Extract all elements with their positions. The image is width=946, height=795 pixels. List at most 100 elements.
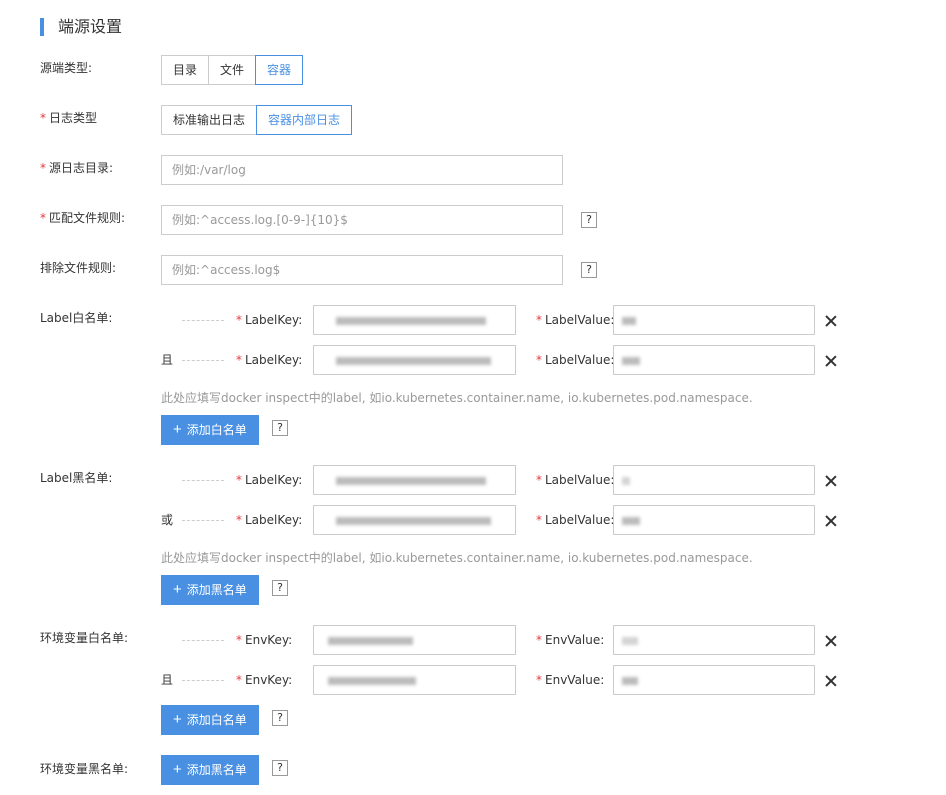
env-value-label: * EnvValue: [536, 672, 604, 688]
log-type-stdout[interactable]: 标准输出日志 [161, 105, 258, 135]
env-whitelist-key-input-1[interactable] [313, 625, 516, 655]
log-type-container-internal[interactable]: 容器内部日志 [256, 105, 353, 135]
label-blacklist-key-input-2[interactable] [313, 505, 516, 535]
row-connector-and: 且 [161, 673, 174, 687]
label-whitelist-hint: 此处应填写docker inspect中的label, 如io.kubernet… [161, 391, 753, 405]
source-dir-label-text: 源日志目录: [49, 161, 114, 175]
redacted-value [622, 477, 630, 485]
label-value-text: LabelValue: [545, 473, 615, 487]
env-value-label: * EnvValue: [536, 632, 604, 648]
label-blacklist-value-input-2[interactable] [613, 505, 815, 535]
log-type-label: * 日志类型 [40, 110, 97, 126]
required-mark: * [536, 633, 542, 647]
redacted-value [336, 477, 486, 485]
add-env-whitelist-button[interactable]: + 添加白名单 [161, 705, 259, 735]
label-value-label: * LabelValue: [536, 352, 614, 368]
log-type-label-text: 日志类型 [49, 111, 98, 125]
label-value-label: * LabelValue: [536, 472, 614, 488]
remove-row-close-icon[interactable] [824, 634, 838, 648]
exclude-rule-label: 排除文件规则: [40, 261, 117, 275]
source-dir-label: * 源日志目录: [40, 160, 113, 176]
required-mark: * [536, 673, 542, 687]
label-key-text: LabelKey: [245, 513, 303, 527]
match-rule-input[interactable] [161, 205, 563, 235]
env-value-text: EnvValue: [545, 673, 605, 687]
label-value-text: LabelValue: [545, 353, 615, 367]
env-whitelist-label: 环境变量白名单: [40, 631, 129, 645]
add-env-blacklist-button[interactable]: + 添加黑名单 [161, 755, 259, 785]
required-mark: * [236, 633, 242, 647]
plus-icon: + [173, 711, 182, 728]
redacted-value [336, 317, 486, 325]
label-blacklist-label: Label黑名单: [40, 471, 113, 485]
label-key-label: * LabelKey: [236, 312, 302, 328]
row-connector-line [182, 640, 224, 641]
label-whitelist-value-input-2[interactable] [613, 345, 815, 375]
remove-row-close-icon[interactable] [824, 514, 838, 528]
row-connector-line [182, 480, 224, 481]
label-key-label: * LabelKey: [236, 472, 302, 488]
exclude-rule-help-icon[interactable]: ? [581, 262, 597, 278]
remove-row-close-icon[interactable] [824, 354, 838, 368]
section-title: 端源设置 [58, 17, 123, 36]
label-whitelist-value-input-1[interactable] [613, 305, 815, 335]
required-mark: * [536, 313, 542, 327]
label-key-text: LabelKey: [245, 353, 303, 367]
section-accent-bar [40, 18, 44, 36]
add-button-label: 添加白名单 [186, 713, 247, 727]
redacted-value [622, 357, 640, 365]
redacted-value [622, 317, 636, 325]
label-key-text: LabelKey: [245, 473, 303, 487]
label-whitelist-label: Label白名单: [40, 311, 113, 325]
row-connector-line [182, 680, 224, 681]
env-whitelist-help-icon[interactable]: ? [272, 710, 288, 726]
required-mark: * [236, 313, 242, 327]
env-whitelist-value-input-2[interactable] [613, 665, 815, 695]
exclude-rule-input[interactable] [161, 255, 563, 285]
plus-icon: + [173, 761, 182, 778]
plus-icon: + [173, 581, 182, 598]
label-whitelist-key-input-2[interactable] [313, 345, 516, 375]
label-value-label: * LabelValue: [536, 512, 614, 528]
source-type-label: 源端类型: [40, 61, 93, 75]
row-connector-line [182, 320, 224, 321]
required-mark: * [236, 513, 242, 527]
label-blacklist-value-input-1[interactable] [613, 465, 815, 495]
env-blacklist-help-icon[interactable]: ? [272, 760, 288, 776]
label-whitelist-key-input-1[interactable] [313, 305, 516, 335]
remove-row-close-icon[interactable] [824, 474, 838, 488]
remove-row-close-icon[interactable] [824, 314, 838, 328]
required-mark: * [40, 161, 46, 175]
label-blacklist-hint: 此处应填写docker inspect中的label, 如io.kubernet… [161, 551, 753, 565]
row-connector-line [182, 520, 224, 521]
label-key-label: * LabelKey: [236, 512, 302, 528]
source-type-container[interactable]: 容器 [255, 55, 304, 85]
required-mark: * [40, 111, 46, 125]
source-type-file[interactable]: 文件 [208, 55, 257, 85]
match-rule-label-text: 匹配文件规则: [49, 211, 126, 225]
source-type-selector: 目录 文件 容器 [161, 55, 304, 85]
required-mark: * [536, 353, 542, 367]
add-label-blacklist-button[interactable]: + 添加黑名单 [161, 575, 259, 605]
add-label-whitelist-button[interactable]: + 添加白名单 [161, 415, 259, 445]
redacted-value [336, 517, 491, 525]
match-rule-help-icon[interactable]: ? [581, 212, 597, 228]
redacted-value [328, 677, 416, 685]
match-rule-label: * 匹配文件规则: [40, 210, 125, 226]
source-type-directory[interactable]: 目录 [161, 55, 210, 85]
required-mark: * [536, 513, 542, 527]
env-whitelist-value-input-1[interactable] [613, 625, 815, 655]
remove-row-close-icon[interactable] [824, 674, 838, 688]
label-whitelist-help-icon[interactable]: ? [272, 420, 288, 436]
source-dir-input[interactable] [161, 155, 563, 185]
label-blacklist-help-icon[interactable]: ? [272, 580, 288, 596]
env-key-text: EnvKey: [245, 673, 293, 687]
redacted-value [622, 637, 638, 645]
required-mark: * [40, 211, 46, 225]
env-key-label: * EnvKey: [236, 672, 292, 688]
plus-icon: + [173, 421, 182, 438]
redacted-value [328, 637, 413, 645]
env-whitelist-key-input-2[interactable] [313, 665, 516, 695]
redacted-value [622, 517, 640, 525]
label-blacklist-key-input-1[interactable] [313, 465, 516, 495]
